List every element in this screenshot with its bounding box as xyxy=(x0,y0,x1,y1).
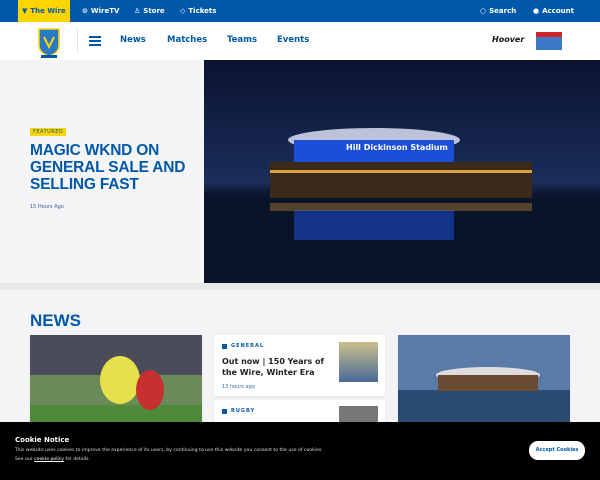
news-card-image-stadium[interactable] xyxy=(398,335,570,422)
news-card-image-rugby[interactable] xyxy=(30,335,202,422)
store-link[interactable]: ♙ Store xyxy=(134,0,165,22)
account-button[interactable]: ● Account xyxy=(533,0,574,22)
tickets-link[interactable]: ◇ Tickets xyxy=(180,0,216,22)
shirt-icon: ♙ xyxy=(134,7,141,15)
featured-hero[interactable]: FEATURED MAGIC WKND ON GENERAL SALE AND … xyxy=(0,60,600,283)
card-thumbnail xyxy=(339,342,378,382)
wiretv-link[interactable]: ⊙ WireTV xyxy=(82,0,119,22)
nav-events[interactable]: Events xyxy=(277,35,309,45)
shield-icon: ▼ xyxy=(22,7,28,15)
menu-icon[interactable] xyxy=(89,36,101,46)
stadium-sign: Hill Dickinson Stadium xyxy=(346,143,448,152)
nav-news[interactable]: News xyxy=(120,35,146,45)
section-divider xyxy=(0,283,600,290)
nav-matches[interactable]: Matches xyxy=(167,35,207,45)
play-icon: ⊙ xyxy=(82,7,88,15)
ticket-icon: ◇ xyxy=(180,7,186,15)
card-category: RUGBY xyxy=(231,408,256,414)
card-time: 13 hours ago xyxy=(222,384,255,390)
main-nav: News Matches Teams Events Hoover xyxy=(0,22,600,60)
news-card[interactable]: GENERAL Out now | 150 Years of the Wire,… xyxy=(214,335,385,396)
super-league-logo[interactable] xyxy=(536,32,562,50)
featured-badge: FEATURED xyxy=(30,128,67,136)
category-icon xyxy=(222,343,227,349)
cookie-title: Cookie Notice xyxy=(15,436,70,444)
category-icon xyxy=(222,408,227,414)
divider xyxy=(77,28,78,54)
user-icon: ● xyxy=(533,7,540,15)
hero-time: 15 Hours Ago xyxy=(30,204,64,210)
search-icon: ○ xyxy=(480,7,487,15)
accept-cookies-button[interactable]: Accept Cookies xyxy=(529,441,585,460)
cookie-text: This website uses cookies to improve the… xyxy=(15,448,323,453)
hoover-logo[interactable]: Hoover xyxy=(492,35,524,44)
card-title[interactable]: Out now | 150 Years of the Wire, Winter … xyxy=(222,356,337,378)
nav-teams[interactable]: Teams xyxy=(227,35,257,45)
stadium-image: Hill Dickinson Stadium xyxy=(204,60,600,283)
cookie-banner: Cookie Notice This website uses cookies … xyxy=(0,422,600,480)
cookie-policy-link[interactable]: cookie policy xyxy=(34,457,64,462)
search-button[interactable]: ○ Search xyxy=(480,0,516,22)
hero-title[interactable]: MAGIC WKND ON GENERAL SALE AND SELLING F… xyxy=(30,142,205,193)
card-category: GENERAL xyxy=(231,343,265,349)
the-wire-link[interactable]: ▼ The Wire xyxy=(18,0,70,22)
top-bar: ▼ The Wire ⊙ WireTV ♙ Store ◇ Tickets ○ Searc… xyxy=(0,0,600,22)
news-heading: NEWS xyxy=(30,311,81,330)
club-logo[interactable] xyxy=(36,25,62,59)
